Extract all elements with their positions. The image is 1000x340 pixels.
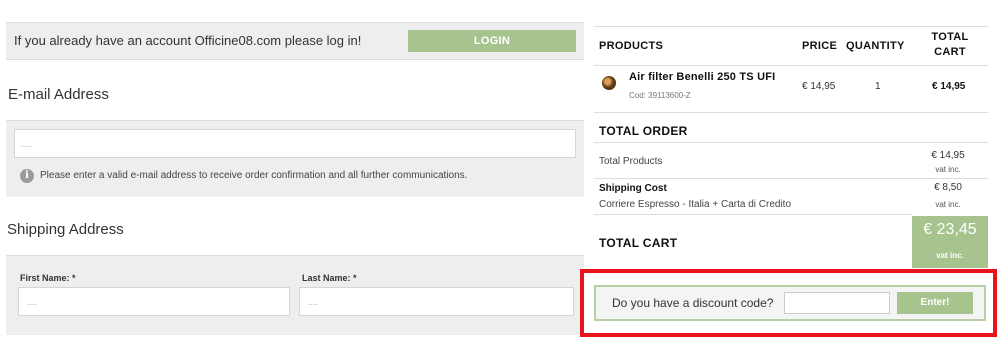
total-cart-badge: € 23,45 vat inc. <box>912 216 988 268</box>
email-section-title: E-mail Address <box>8 86 109 103</box>
product-total: € 14,95 <box>932 81 966 92</box>
shipping-section-title: Shipping Address <box>7 221 124 238</box>
total-order-title: TOTAL ORDER <box>599 124 688 138</box>
discount-panel: Do you have a discount code? Enter! <box>594 285 986 321</box>
email-info-text: Please enter a valid e-mail address to r… <box>40 170 468 181</box>
discount-code-input[interactable] <box>784 292 890 314</box>
first-name-field[interactable]: .... <box>18 287 290 316</box>
shipping-cost-vat: vat inc. <box>935 200 961 209</box>
discount-label: Do you have a discount code? <box>612 296 774 310</box>
divider <box>594 178 988 179</box>
login-button[interactable]: LOGIN <box>408 30 576 52</box>
column-header-quantity: QUANTITY <box>846 40 905 52</box>
divider <box>594 112 988 113</box>
column-header-total-cart: TOTAL CART <box>930 30 970 60</box>
total-products-label: Total Products <box>599 156 663 167</box>
column-header-products: PRODUCTS <box>599 40 664 52</box>
column-header-total-line1: TOTAL <box>931 31 969 43</box>
divider <box>594 26 988 27</box>
login-bar: If you already have an account Officine0… <box>6 22 584 60</box>
email-field[interactable]: .... <box>14 129 576 158</box>
email-panel: .... i Please enter a valid e-mail addre… <box>6 120 584 197</box>
product-price: € 14,95 <box>802 81 836 92</box>
divider <box>594 142 988 143</box>
total-cart-title: TOTAL CART <box>599 236 678 250</box>
total-products-vat: vat inc. <box>935 165 961 174</box>
last-name-label: Last Name: * <box>302 273 357 283</box>
product-name[interactable]: Air filter Benelli 250 TS UFI <box>629 71 775 83</box>
divider <box>594 214 912 215</box>
column-header-price: PRICE <box>802 40 838 52</box>
shipping-cost-label: Shipping Cost <box>599 183 667 194</box>
info-icon: i <box>20 169 34 183</box>
column-header-total-line2: CART <box>934 46 966 58</box>
shipping-panel: First Name: * .... Last Name: * .... <box>6 255 584 335</box>
discount-enter-button[interactable]: Enter! <box>897 292 973 314</box>
product-code: Cod: 39113600-Z <box>629 91 691 100</box>
air-filter-thumbnail-icon[interactable] <box>602 76 616 90</box>
login-message: If you already have an account Officine0… <box>14 33 362 48</box>
product-quantity: 1 <box>875 81 881 92</box>
first-name-label: First Name: * <box>20 273 76 283</box>
total-cart-value: € 23,45 <box>923 221 977 238</box>
shipping-cost-value: € 8,50 <box>934 182 962 193</box>
last-name-field[interactable]: .... <box>299 287 574 316</box>
divider <box>594 65 988 66</box>
total-products-value: € 14,95 <box>931 150 965 161</box>
total-cart-vat: vat inc. <box>936 251 964 260</box>
shipping-method: Corriere Espresso - Italia + Carta di Cr… <box>599 199 792 210</box>
